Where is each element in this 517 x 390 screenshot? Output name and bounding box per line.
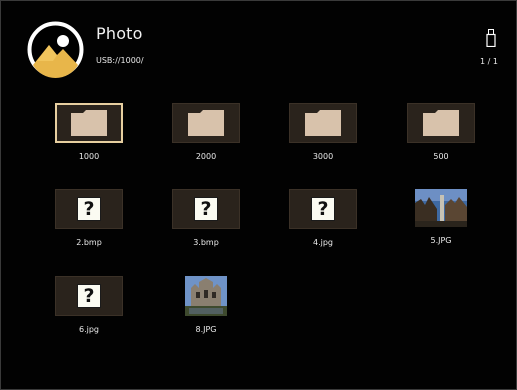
grid-item-folder-1000[interactable]: 1000 xyxy=(52,103,126,161)
grid-item-photo-5jpg[interactable]: 5.JPG xyxy=(404,189,478,245)
grid-item-file-4jpg[interactable]: ? 4.jpg xyxy=(286,189,360,247)
grid-item-label: 8.JPG xyxy=(195,325,217,334)
folder-thumb xyxy=(172,103,240,143)
unsupported-file-icon: ? xyxy=(77,284,101,308)
grid-item-label: 3000 xyxy=(312,152,334,161)
folder-thumb xyxy=(407,103,475,143)
grid-item-folder-3000[interactable]: 3000 xyxy=(286,103,360,161)
grid-item-photo-8jpg[interactable]: 8.JPG xyxy=(169,276,243,334)
grid-item-label: 4.jpg xyxy=(312,238,333,247)
folder-thumb xyxy=(289,103,357,143)
folder-icon xyxy=(188,110,224,136)
grid-item-label: 2.bmp xyxy=(76,238,102,247)
unsupported-file-icon: ? xyxy=(194,197,218,221)
folder-icon xyxy=(71,110,107,136)
grid-item-label: 2000 xyxy=(195,152,217,161)
file-thumb: ? xyxy=(55,276,123,316)
grid-item-file-6jpg[interactable]: ? 6.jpg xyxy=(52,276,126,334)
grid-item-label: 1000 xyxy=(78,152,100,161)
photo-thumbnail xyxy=(415,189,467,227)
grid-item-file-2bmp[interactable]: ? 2.bmp xyxy=(52,189,126,247)
folder-icon xyxy=(305,110,341,136)
grid-item-label: 6.jpg xyxy=(78,325,99,334)
file-thumb: ? xyxy=(55,189,123,229)
unsupported-file-icon: ? xyxy=(311,197,335,221)
grid-item-label: 500 xyxy=(433,152,449,161)
photo-thumbnail xyxy=(185,276,227,316)
file-thumb: ? xyxy=(172,189,240,229)
grid-item-label: 5.JPG xyxy=(430,236,452,245)
grid-item-folder-500[interactable]: 500 xyxy=(404,103,478,161)
file-thumb: ? xyxy=(289,189,357,229)
unsupported-file-icon: ? xyxy=(77,197,101,221)
file-grid: 1000 2000 3000 500 ? 2.bmp ? 3.bmp ? 4.j… xyxy=(1,1,516,389)
folder-icon xyxy=(423,110,459,136)
photo-browser-screen: Photo USB://1000/ 1 / 1 1000 2000 3000 5… xyxy=(0,0,517,390)
folder-thumb xyxy=(55,103,123,143)
grid-item-label: 3.bmp xyxy=(193,238,219,247)
grid-item-file-3bmp[interactable]: ? 3.bmp xyxy=(169,189,243,247)
grid-item-folder-2000[interactable]: 2000 xyxy=(169,103,243,161)
